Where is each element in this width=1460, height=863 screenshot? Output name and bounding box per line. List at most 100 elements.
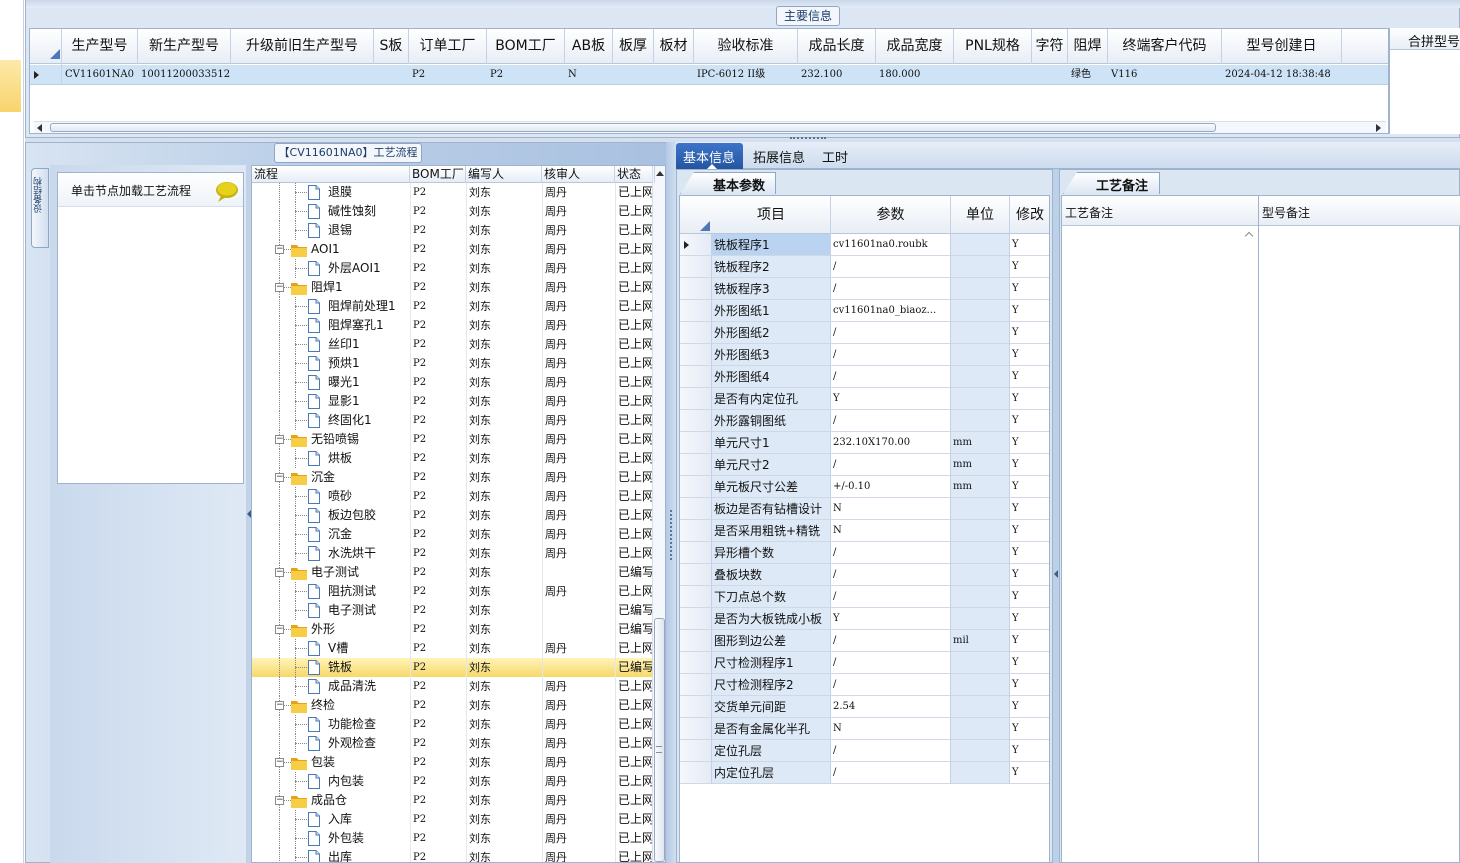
- main-grid-col-header[interactable]: 新生产型号: [138, 29, 231, 64]
- params-row-selector[interactable]: [680, 410, 712, 432]
- params-row-selector[interactable]: [680, 278, 712, 300]
- main-grid-cell[interactable]: [377, 65, 408, 85]
- collapse-toggle-icon[interactable]: −: [275, 568, 284, 577]
- main-grid-cell[interactable]: V116: [1111, 65, 1221, 85]
- splitter-grip[interactable]: [790, 137, 826, 141]
- main-grid-col-header[interactable]: S板: [374, 29, 409, 64]
- tree-col-header[interactable]: 核审人: [544, 166, 615, 183]
- main-grid-cell[interactable]: 绿色: [1071, 65, 1107, 85]
- main-grid-col-header[interactable]: 阻焊: [1068, 29, 1108, 64]
- main-grid-cell[interactable]: [616, 65, 653, 85]
- main-grid-col-header[interactable]: 成品长度: [798, 29, 876, 64]
- tab-work-hours[interactable]: 工时: [822, 147, 848, 166]
- collapse-toggle-icon[interactable]: −: [275, 796, 284, 805]
- main-grid-cell[interactable]: [657, 65, 693, 85]
- param-value[interactable]: /: [831, 344, 951, 366]
- model-remark-box[interactable]: 型号备注: [1258, 195, 1460, 863]
- main-grid-cell[interactable]: 180.000: [879, 65, 953, 85]
- param-value[interactable]: /: [831, 586, 951, 608]
- main-grid-col-header[interactable]: BOM工厂: [487, 29, 565, 64]
- scroll-up-arrow-icon[interactable]: [656, 171, 664, 176]
- tree-col-header[interactable]: BOM工厂: [412, 166, 466, 183]
- collapse-toggle-icon[interactable]: −: [275, 473, 284, 482]
- splitter-grip-2[interactable]: [670, 510, 672, 560]
- param-value[interactable]: /: [831, 366, 951, 388]
- params-grid[interactable]: 项目 参数 单位 修改 铣板程序1 cv11601na0.roubk Y 铣板程序2/Y 铣板程…: [679, 195, 1050, 863]
- param-value[interactable]: /: [831, 278, 951, 300]
- tree-col-header[interactable]: 状态: [617, 166, 655, 183]
- param-value[interactable]: /: [831, 674, 951, 696]
- main-grid-cell[interactable]: CV11601NA0: [65, 65, 137, 85]
- tab-extended-info[interactable]: 拓展信息: [753, 147, 805, 166]
- tree-col-header[interactable]: 编写人: [468, 166, 542, 183]
- params-row-selector[interactable]: [680, 608, 712, 630]
- main-grid-cell[interactable]: 2024-04-12 18:38:48: [1225, 65, 1341, 85]
- tree-col-header[interactable]: 流程: [254, 166, 410, 183]
- param-value[interactable]: +/-0.10: [831, 476, 951, 498]
- main-grid-col-header[interactable]: 成品宽度: [876, 29, 954, 64]
- main-grid-cell[interactable]: N: [568, 65, 612, 85]
- params-row-selector[interactable]: [680, 454, 712, 476]
- main-grid-cell[interactable]: [957, 65, 1031, 85]
- horizontal-scrollbar[interactable]: [34, 121, 1386, 133]
- params-row-selector[interactable]: [680, 564, 712, 586]
- process-remark-box[interactable]: 工艺备注: [1061, 195, 1259, 863]
- main-grid-cell[interactable]: 10011200033512: [141, 65, 230, 85]
- collapse-toggle-icon[interactable]: −: [275, 283, 284, 292]
- params-row-selector[interactable]: [680, 366, 712, 388]
- param-value[interactable]: /: [831, 564, 951, 586]
- params-row-selector[interactable]: [680, 696, 712, 718]
- params-col-header[interactable]: 参数: [831, 196, 951, 234]
- params-row-selector[interactable]: [680, 542, 712, 564]
- splitter-left-arrow-icon-2[interactable]: [1054, 570, 1058, 578]
- param-value[interactable]: /: [831, 454, 951, 476]
- param-value[interactable]: cv11601na0_biaoz...: [831, 300, 951, 322]
- param-value[interactable]: N: [831, 718, 951, 740]
- main-grid-col-header[interactable]: PNL规格: [954, 29, 1032, 64]
- collapse-toggle-icon[interactable]: −: [275, 758, 284, 767]
- params-row-selector[interactable]: [680, 476, 712, 498]
- params-col-header[interactable]: 单位: [951, 196, 1010, 234]
- params-row-selector[interactable]: [680, 674, 712, 696]
- collapse-toggle-icon[interactable]: −: [275, 435, 284, 444]
- param-value[interactable]: /: [831, 410, 951, 432]
- main-grid-col-header[interactable]: 升级前旧生产型号: [231, 29, 374, 64]
- process-tree[interactable]: 流程 BOM工厂 编写人 核审人 状态 退膜 P2 刘东 周丹 已上网 碱性蚀刻 P2 刘东 周丹 已上网退…: [251, 165, 666, 863]
- params-row-selector[interactable]: [680, 344, 712, 366]
- params-row-selector[interactable]: [680, 630, 712, 652]
- params-col-header[interactable]: 项目: [712, 196, 831, 234]
- param-value[interactable]: /: [831, 630, 951, 652]
- param-value[interactable]: 232.10X170.00: [831, 432, 951, 454]
- params-row-selector[interactable]: [680, 432, 712, 454]
- param-value[interactable]: Y: [831, 388, 951, 410]
- param-value[interactable]: 2.54: [831, 696, 951, 718]
- param-value[interactable]: N: [831, 498, 951, 520]
- scroll-thumb[interactable]: [50, 123, 1216, 132]
- main-grid-cell[interactable]: P2: [490, 65, 564, 85]
- param-value[interactable]: N: [831, 520, 951, 542]
- main-grid-col-header[interactable]: 板材: [654, 29, 694, 64]
- main-grid-cell[interactable]: P2: [412, 65, 486, 85]
- params-col-header[interactable]: 修改: [1010, 196, 1049, 234]
- remarks-tab[interactable]: 工艺备注: [1063, 172, 1160, 194]
- main-grid-col-header[interactable]: 验收标准: [694, 29, 798, 64]
- main-grid-cell[interactable]: IPC-6012 II级: [697, 65, 797, 85]
- note-box[interactable]: 单击节点加载工艺流程: [57, 172, 244, 484]
- params-row-selector[interactable]: [680, 520, 712, 542]
- params-row-selector[interactable]: [680, 718, 712, 740]
- params-row-selector[interactable]: [680, 388, 712, 410]
- tree-detail-splitter[interactable]: [666, 142, 676, 863]
- main-grid-col-header[interactable]: 板厚: [613, 29, 654, 64]
- tree-scroll-thumb[interactable]: [654, 618, 665, 862]
- params-row-selector[interactable]: [680, 300, 712, 322]
- main-grid[interactable]: 生产型号 CV11601NA0 新生产型号 10011200033512 升级前旧生产型…: [29, 28, 1389, 134]
- params-row-selector[interactable]: [680, 322, 712, 344]
- main-grid-cell[interactable]: [1035, 65, 1067, 85]
- main-grid-col-header[interactable]: 字符: [1032, 29, 1068, 64]
- main-grid-col-header[interactable]: 终端客户代码: [1108, 29, 1222, 64]
- params-row-selector[interactable]: [680, 498, 712, 520]
- param-value[interactable]: cv11601na0.roubk: [831, 234, 951, 256]
- collapse-toggle-icon[interactable]: −: [275, 245, 284, 254]
- param-value[interactable]: /: [831, 542, 951, 564]
- tree-vertical-scrollbar[interactable]: [652, 166, 665, 862]
